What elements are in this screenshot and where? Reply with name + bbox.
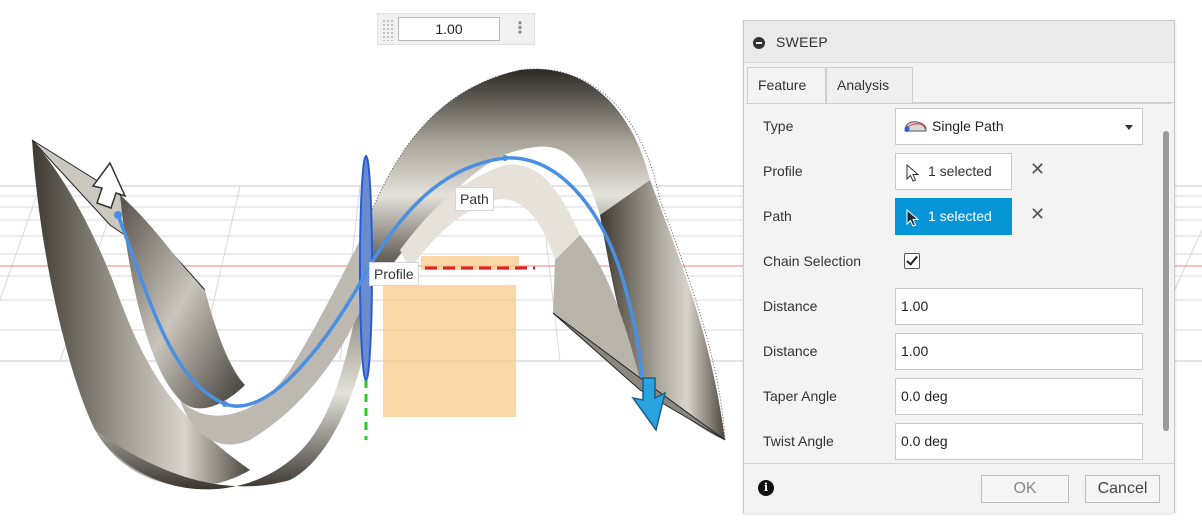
chain-selection-label: Chain Selection	[763, 253, 862, 269]
dialog-scrollbar[interactable]	[1163, 121, 1171, 461]
tab-feature[interactable]: Feature	[747, 67, 826, 103]
distance-value-field[interactable]: 1.00	[398, 17, 500, 41]
twist-angle-row: Twist Angle 0.0 deg	[746, 419, 1171, 462]
twist-angle-input[interactable]: 0.0 deg	[895, 423, 1143, 460]
profile-select-button[interactable]: 1 selected	[895, 153, 1012, 190]
type-label: Type	[763, 118, 794, 134]
chain-selection-checkbox[interactable]	[904, 253, 920, 269]
type-row: Type Single Path	[746, 104, 1171, 149]
clear-path-icon[interactable]: ✕	[1030, 205, 1045, 223]
distance-input-1[interactable]: 1.00	[895, 288, 1143, 325]
path-label: Path	[455, 187, 494, 211]
ok-button[interactable]: OK	[981, 475, 1069, 503]
tab-analysis[interactable]: Analysis	[826, 67, 913, 103]
path-start-point	[114, 211, 122, 219]
profile-field-label: Profile	[763, 163, 803, 179]
path-select-button[interactable]: 1 selected	[895, 198, 1012, 235]
path-peak-point	[502, 155, 508, 161]
path-selected-count: 1 selected	[928, 208, 992, 224]
dialog-content: Type Single Path Profile 1 selected ✕ Pa…	[746, 103, 1171, 462]
profile-label: Profile	[369, 262, 419, 286]
scrollbar-thumb[interactable]	[1163, 131, 1169, 431]
cursor-arrow-icon	[906, 164, 920, 182]
type-dropdown[interactable]: Single Path	[895, 108, 1143, 145]
distance-input-2[interactable]: 1.00	[895, 333, 1143, 370]
distance-label-2: Distance	[763, 343, 818, 359]
profile-row: Profile 1 selected ✕	[746, 149, 1171, 194]
single-path-icon	[904, 121, 927, 132]
dialog-footer: i OK Cancel	[744, 463, 1174, 513]
chevron-down-icon	[1125, 125, 1133, 130]
dialog-titlebar[interactable]: SWEEP	[744, 21, 1174, 63]
twist-angle-label: Twist Angle	[763, 433, 834, 449]
drag-grip-icon[interactable]	[382, 19, 394, 41]
collapse-icon[interactable]	[753, 37, 765, 49]
dialog-title: SWEEP	[776, 34, 829, 50]
path-row: Path 1 selected ✕	[746, 194, 1171, 239]
info-icon[interactable]: i	[758, 480, 774, 496]
distance-value-input-box: 1.00 ⋮	[377, 13, 535, 45]
distance-row-2: Distance 1.00	[746, 329, 1171, 374]
more-options-icon[interactable]: ⋮	[512, 17, 528, 41]
distance-row-1: Distance 1.00	[746, 284, 1171, 329]
path-midpoint	[222, 401, 228, 407]
clear-profile-icon[interactable]: ✕	[1030, 160, 1045, 178]
type-value: Single Path	[932, 118, 1004, 134]
taper-angle-label: Taper Angle	[763, 388, 837, 404]
taper-angle-row: Taper Angle 0.0 deg	[746, 374, 1171, 419]
path-field-label: Path	[763, 208, 792, 224]
cancel-button[interactable]: Cancel	[1085, 475, 1160, 503]
chain-selection-row: Chain Selection	[746, 239, 1171, 284]
distance-label-1: Distance	[763, 298, 818, 314]
cursor-arrow-icon	[906, 209, 920, 227]
taper-angle-input[interactable]: 0.0 deg	[895, 378, 1143, 415]
profile-selected-count: 1 selected	[928, 163, 992, 179]
sweep-dialog: SWEEP Feature Analysis Type Single Path …	[743, 20, 1175, 513]
dialog-tabs: Feature Analysis	[744, 63, 1174, 103]
